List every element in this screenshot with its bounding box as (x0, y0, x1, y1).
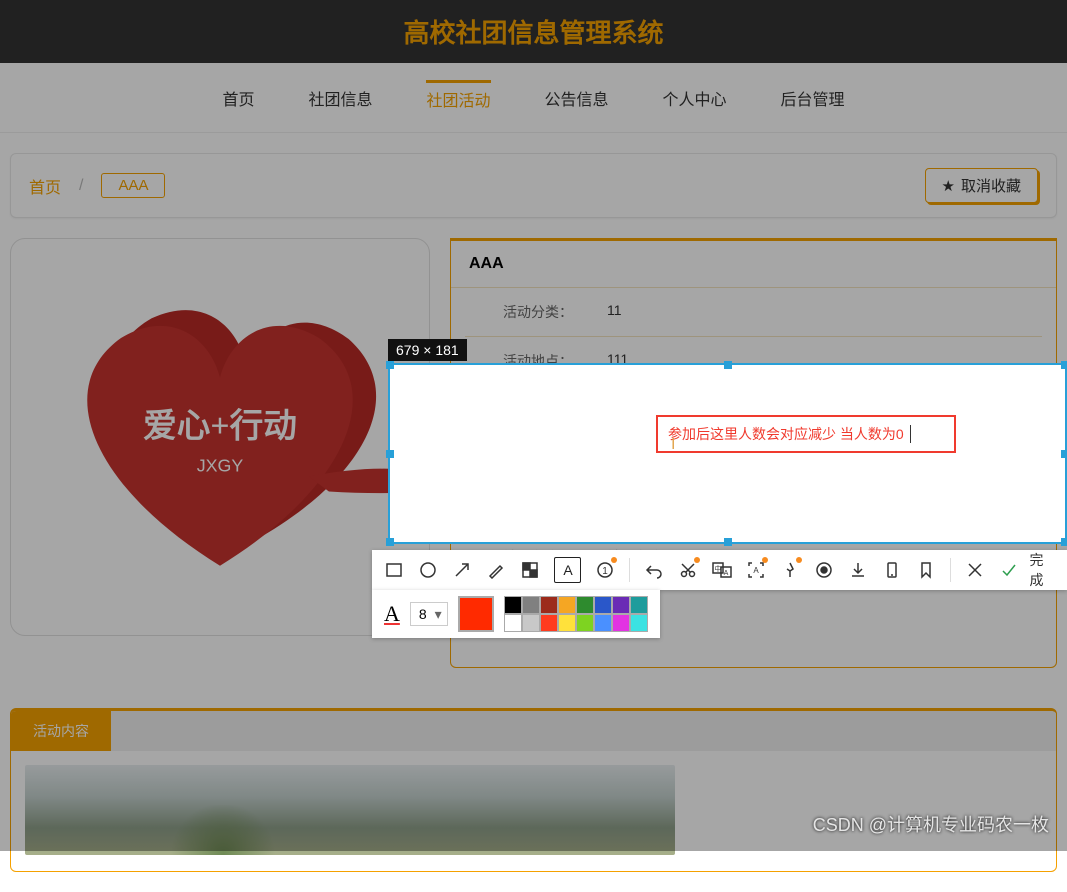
current-color-swatch[interactable] (458, 596, 494, 632)
nav-club-activity[interactable]: 社团活动 (426, 80, 490, 115)
font-indicator-icon: A (384, 601, 400, 627)
activity-image-card: 爱心+行动 JXGY H (10, 238, 430, 636)
app-header: 高校社团信息管理系统 (0, 0, 1067, 63)
fav-label: 取消收藏 (961, 175, 1021, 196)
tool-mosaic-icon[interactable] (520, 559, 540, 581)
main-nav: 首页 社团信息 社团活动 公告信息 个人中心 后台管理 (0, 63, 1067, 133)
color-swatch[interactable] (576, 596, 594, 614)
color-swatch[interactable] (540, 614, 558, 632)
color-swatch[interactable] (630, 614, 648, 632)
row-category: 活动分类： 11 (465, 288, 1042, 337)
font-size-select[interactable]: 8 (410, 602, 448, 626)
tool-arrow-icon[interactable] (452, 559, 472, 581)
app-title: 高校社团信息管理系统 (403, 13, 663, 50)
tool-bookmark-icon[interactable] (916, 559, 936, 581)
activity-content-section: 活动内容 (10, 708, 1057, 872)
color-swatch[interactable] (612, 596, 630, 614)
tool-text-icon[interactable]: A (554, 557, 580, 583)
annotation-text: 参加后这里人数会对应减少 当人数为0 (668, 424, 904, 444)
svg-text:中: 中 (714, 564, 721, 573)
color-swatch[interactable] (540, 596, 558, 614)
text-style-toolbar: A 8 (372, 590, 660, 638)
color-swatch[interactable] (504, 614, 522, 632)
done-label[interactable]: 完成 (1029, 550, 1055, 590)
activity-title: AAA (451, 241, 1056, 288)
breadcrumb-sep: / (79, 177, 83, 195)
svg-text:A: A (753, 566, 759, 575)
nav-announce[interactable]: 公告信息 (545, 82, 609, 114)
color-swatch[interactable] (612, 614, 630, 632)
svg-text:JXGY: JXGY (197, 456, 244, 476)
nav-home[interactable]: 首页 (222, 82, 254, 114)
tool-cut-icon[interactable] (678, 559, 698, 581)
star-icon: ★ (942, 177, 955, 195)
text-cursor (910, 425, 911, 443)
label-category: 活动分类： (503, 302, 577, 322)
tool-ocr-icon[interactable]: A (746, 559, 766, 581)
tool-phone-icon[interactable] (882, 559, 902, 581)
tool-record-icon[interactable] (814, 559, 834, 581)
nav-club-info[interactable]: 社团信息 (308, 82, 372, 114)
tool-pin-icon[interactable] (780, 559, 800, 581)
tab-empty (111, 711, 1056, 751)
nav-admin[interactable]: 后台管理 (781, 82, 845, 114)
selection-dimensions: 679 × 181 (388, 339, 467, 361)
color-swatch[interactable] (594, 596, 612, 614)
color-swatch[interactable] (558, 614, 576, 632)
val-category: 11 (607, 302, 622, 322)
tool-download-icon[interactable] (848, 559, 868, 581)
tool-translate-icon[interactable]: 中A (712, 559, 732, 581)
svg-text:1: 1 (602, 566, 608, 577)
tool-number-icon[interactable]: 1 (595, 559, 615, 581)
tool-close-icon[interactable] (965, 559, 985, 581)
color-swatch[interactable] (576, 614, 594, 632)
tool-undo-icon[interactable] (644, 559, 664, 581)
color-swatch[interactable] (558, 596, 576, 614)
breadcrumb-current: AAA (101, 173, 165, 198)
nav-personal[interactable]: 个人中心 (663, 82, 727, 114)
tab-activity-content[interactable]: 活动内容 (11, 711, 111, 751)
svg-text:A: A (563, 562, 573, 578)
tool-done-icon[interactable] (999, 559, 1019, 581)
ibeam-cursor-icon: I (671, 436, 675, 454)
screenshot-toolbar: A 1 中A A 完成 (372, 550, 1067, 590)
tool-circle-icon[interactable] (418, 559, 438, 581)
tool-rect-icon[interactable] (384, 559, 404, 581)
heart-logo-image: 爱心+行动 JXGY H (11, 239, 429, 635)
color-palette (504, 596, 648, 632)
breadcrumb-home[interactable]: 首页 (29, 174, 61, 198)
color-swatch[interactable] (522, 614, 540, 632)
tool-pen-icon[interactable] (486, 559, 506, 581)
color-swatch[interactable] (504, 596, 522, 614)
cancel-favorite-button[interactable]: ★ 取消收藏 (925, 168, 1038, 203)
content-image (25, 765, 675, 855)
screenshot-selection[interactable] (388, 363, 1067, 544)
svg-text:爱心+行动: 爱心+行动 (143, 407, 297, 445)
color-swatch[interactable] (522, 596, 540, 614)
svg-text:A: A (724, 570, 729, 577)
breadcrumb: 首页 / AAA ★ 取消收藏 (10, 153, 1057, 218)
annotation-text-box[interactable]: 参加后这里人数会对应减少 当人数为0 (656, 415, 956, 453)
color-swatch[interactable] (630, 596, 648, 614)
watermark-text: CSDN @计算机专业码农一枚 (813, 811, 1049, 837)
color-swatch[interactable] (594, 614, 612, 632)
